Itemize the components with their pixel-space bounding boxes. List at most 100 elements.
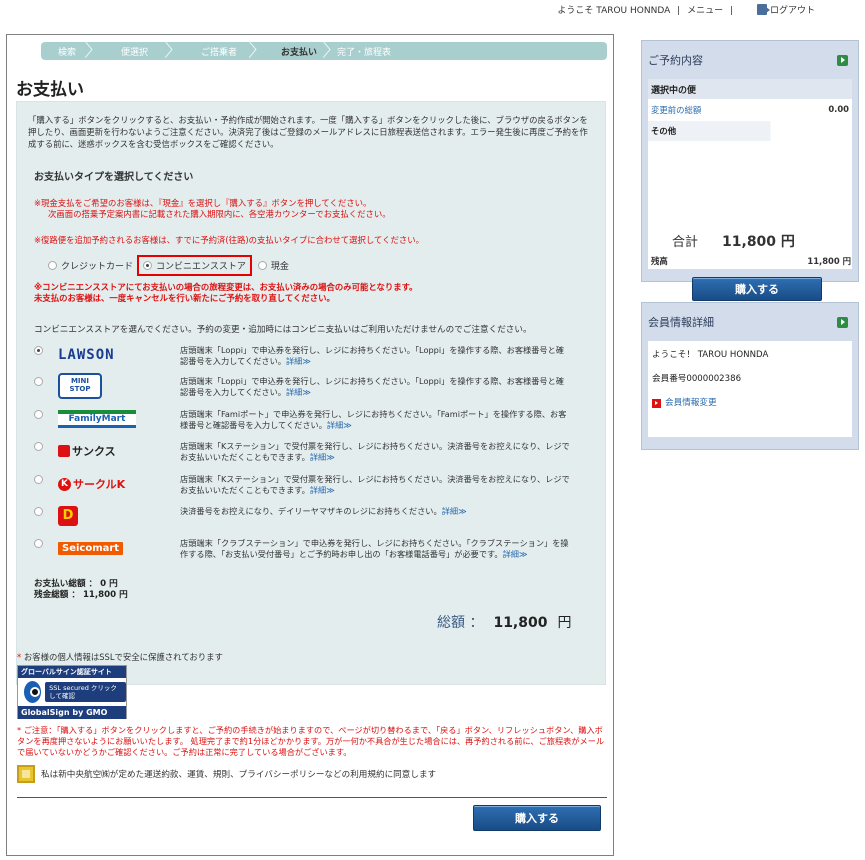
detail-link[interactable]: 詳細≫ bbox=[286, 387, 311, 397]
badge-ssl: SSL secured クリックして確認 bbox=[45, 682, 126, 702]
store-row-sankus[interactable]: サンクス 店頭端末「Kステーション」で受付票を発行し、レジにお持ちください。決済… bbox=[34, 439, 594, 471]
member-title: 会員情報詳細 bbox=[648, 316, 714, 329]
store-description: 店頭端末「Loppi」で申込券を発行し、レジにお持ちください。「Loppi」を操… bbox=[180, 376, 564, 397]
top-bar: ようこそ TAROU HONNDA | メニュー | ログアウト bbox=[0, 0, 865, 20]
circlek-mark-icon: K bbox=[58, 477, 71, 491]
member-welcome: ようこそ！ TAROU HONNDA bbox=[652, 350, 769, 360]
logout-link[interactable]: ログアウト bbox=[756, 3, 815, 16]
logout-icon bbox=[756, 4, 770, 15]
reservation-header[interactable]: ご予約内容 bbox=[642, 41, 858, 79]
pay-type-convenience-store[interactable]: コンビニエンスストア bbox=[137, 255, 252, 276]
payment-content: 「購入する」ボタンをクリックすると、お支払い・予約作成が開始されます。一度「購入… bbox=[16, 101, 606, 685]
detail-link[interactable]: 詳細≫ bbox=[310, 485, 335, 495]
pay-type-label: コンビニエンスストア bbox=[156, 262, 246, 272]
cash-note: ※現金支払をご希望のお客様は、『現金』を選択し『購入する』ボタンを押してください… bbox=[34, 198, 372, 208]
balance-value: 11,800 円 bbox=[807, 256, 851, 266]
menu-link[interactable]: メニュー bbox=[687, 6, 723, 16]
paid-total: お支払い総額 ： 0 円 bbox=[34, 579, 118, 589]
store-description: 店頭端末「クラブステーション」で申込券を発行し、レジにお持ちください。「クラブス… bbox=[180, 538, 569, 559]
radio-daily-yamazaki[interactable] bbox=[34, 507, 43, 516]
sidebar-purchase-button[interactable]: 購入する bbox=[692, 277, 822, 301]
store-description: 店頭端末「Kステーション」で受付票を発行し、レジにお持ちください。決済番号をお控… bbox=[180, 474, 570, 495]
agree-checkbox[interactable] bbox=[17, 765, 35, 783]
page-title: お支払い bbox=[16, 80, 84, 100]
member-info: 会員情報詳細 ようこそ！ TAROU HONNDA 会員番号0000002386… bbox=[641, 302, 859, 450]
detail-link[interactable]: 詳細≫ bbox=[286, 356, 311, 366]
member-change-link[interactable]: 会員情報変更 bbox=[652, 397, 848, 410]
step-payment: お支払い bbox=[257, 42, 331, 60]
sankus-mark-icon bbox=[58, 445, 70, 457]
store-row-circlek[interactable]: K サークルK 店頭端末「Kステーション」で受付票を発行し、レジにお持ちください。… bbox=[34, 472, 594, 504]
ssl-note: * お客様の個人情報はSSLで安全に保護されております bbox=[17, 652, 223, 662]
before-change-value: 0.00 bbox=[828, 104, 849, 114]
pay-type-credit-card[interactable]: クレジットカード bbox=[48, 259, 133, 272]
radio-ministop[interactable] bbox=[34, 377, 43, 386]
total-row: 合計 11,800 円 bbox=[672, 231, 795, 251]
payment-type-group: クレジットカード コンビニエンスストア 現金 bbox=[48, 255, 293, 276]
step-passengers: ご搭乗者 bbox=[173, 42, 257, 60]
store-row-familymart[interactable]: FamilyMart 店頭端末「Famiポート」で申込券を発行し、レジにお持ちく… bbox=[34, 407, 594, 439]
familymart-logo: FamilyMart bbox=[58, 407, 148, 431]
grand-total-unit: 円 bbox=[557, 615, 572, 631]
radio-sankus[interactable] bbox=[34, 442, 43, 451]
pay-type-cash[interactable]: 現金 bbox=[257, 259, 289, 272]
purchase-button[interactable]: 購入する bbox=[473, 805, 601, 831]
radio-credit-card[interactable] bbox=[48, 261, 57, 270]
store-row-lawson[interactable]: LAWSON 店頭端末「Loppi」で申込券を発行し、レジにお持ちください。「L… bbox=[34, 343, 594, 375]
store-select-note: コンビニエンスストアを選んでください。予約の変更・追加時にはコンビニ支払いはご利… bbox=[34, 325, 532, 335]
sankus-logo: サンクス bbox=[58, 439, 148, 463]
store-description: 店頭端末「Famiポート」で申込券を発行し、レジにお持ちください。「Famiポー… bbox=[180, 409, 567, 430]
detail-link[interactable]: 詳細≫ bbox=[327, 420, 352, 430]
globalsign-badge[interactable]: グローバルサイン認証サイト SSL secured クリックして確認 Globa… bbox=[17, 665, 127, 719]
radio-circlek[interactable] bbox=[34, 475, 43, 484]
main-panel: 検索 便選択 ご搭乗者 お支払い 完了・旅程表 お支払い 「購入する」ボタンをク… bbox=[6, 34, 614, 856]
header-user-nav: ようこそ TAROU HONNDA | メニュー | bbox=[555, 3, 735, 16]
seicomart-logo: Seicomart bbox=[58, 536, 148, 560]
agree-text: 私は新中央航空㈱が定めた運送約款、運賃、規則、プライバシーポリシーなどの利用規約… bbox=[41, 770, 437, 780]
radio-convenience-store[interactable] bbox=[143, 261, 153, 270]
other-row: その他 bbox=[648, 121, 852, 141]
reservation-body: 選択中の便 変更前の総額 0.00 その他 合計 11,800 円 残高 11,… bbox=[648, 79, 852, 301]
terms-agree[interactable]: 私は新中央航空㈱が定めた運送約款、運賃、規則、プライバシーポリシーなどの利用規約… bbox=[17, 765, 436, 783]
member-number: 会員番号0000002386 bbox=[652, 374, 742, 384]
ministop-logo: MINI STOP bbox=[58, 373, 148, 399]
grand-total-label: 総額 ： bbox=[437, 615, 484, 631]
detail-link[interactable]: 詳細≫ bbox=[442, 506, 467, 516]
pay-type-label: クレジットカード bbox=[61, 262, 134, 272]
member-body: ようこそ！ TAROU HONNDA 会員番号0000002386 会員情報変更 bbox=[648, 341, 852, 437]
reservation-summary: ご予約内容 選択中の便 変更前の総額 0.00 その他 合計 11,800 円 … bbox=[641, 40, 859, 301]
arrow-right-icon[interactable] bbox=[837, 316, 848, 328]
before-change-label[interactable]: 変更前の総額 bbox=[651, 104, 701, 116]
member-change-label: 会員情報変更 bbox=[665, 398, 717, 408]
purchase-warning: * ご注意：「購入する」ボタンをクリックしますと、ご予約の手続きが始まりますので… bbox=[17, 725, 605, 757]
arrow-right-icon[interactable] bbox=[837, 54, 848, 66]
radio-lawson[interactable] bbox=[34, 346, 43, 355]
separator: | bbox=[677, 6, 681, 16]
reservation-title: ご予約内容 bbox=[648, 54, 703, 67]
intro-text: 「購入する」ボタンをクリックすると、お支払い・予約作成が開始されます。一度「購入… bbox=[28, 115, 588, 149]
radio-seicomart[interactable] bbox=[34, 539, 43, 548]
balance-label: 残高 bbox=[651, 256, 668, 266]
separator: | bbox=[729, 6, 733, 16]
grand-total: 総額 ： 11,800 円 bbox=[437, 612, 571, 632]
arrow-right-icon bbox=[652, 399, 661, 408]
cash-note-2: 次画面の搭乗予定案内書に記載された購入期限内に、各空港カウンターでお支払ください… bbox=[48, 209, 391, 219]
member-header[interactable]: 会員情報詳細 bbox=[642, 303, 858, 341]
badge-bottom: GlobalSign by GMO bbox=[18, 706, 126, 719]
selected-flight: 選択中の便 bbox=[648, 79, 852, 99]
store-row-daily-yamazaki[interactable]: D 決済番号をお控えになり、デイリーヤマザキのレジにお持ちください。詳細≫ bbox=[34, 504, 594, 536]
total-value: 11,800 円 bbox=[722, 234, 795, 250]
step-search: 検索 bbox=[41, 42, 93, 60]
store-description: 決済番号をお控えになり、デイリーヤマザキのレジにお持ちください。詳細≫ bbox=[180, 506, 467, 516]
detail-link[interactable]: 詳細≫ bbox=[503, 549, 528, 559]
payment-totals: お支払い総額 ： 0 円 残金総額 ： 11,800 円 bbox=[34, 579, 128, 601]
store-row-seicomart[interactable]: Seicomart 店頭端末「クラブステーション」で申込券を発行し、レジにお持ち… bbox=[34, 536, 594, 576]
radio-familymart[interactable] bbox=[34, 410, 43, 419]
detail-link[interactable]: 詳細≫ bbox=[310, 452, 335, 462]
radio-cash[interactable] bbox=[257, 261, 267, 270]
lawson-logo: LAWSON bbox=[58, 347, 115, 363]
circlek-logo: K サークルK bbox=[58, 472, 148, 496]
total-label: 合計 bbox=[672, 235, 699, 250]
welcome-text: ようこそ TAROU HONNDA bbox=[557, 6, 671, 16]
store-row-ministop[interactable]: MINI STOP 店頭端末「Loppi」で申込券を発行し、レジにお持ちください… bbox=[34, 373, 594, 406]
